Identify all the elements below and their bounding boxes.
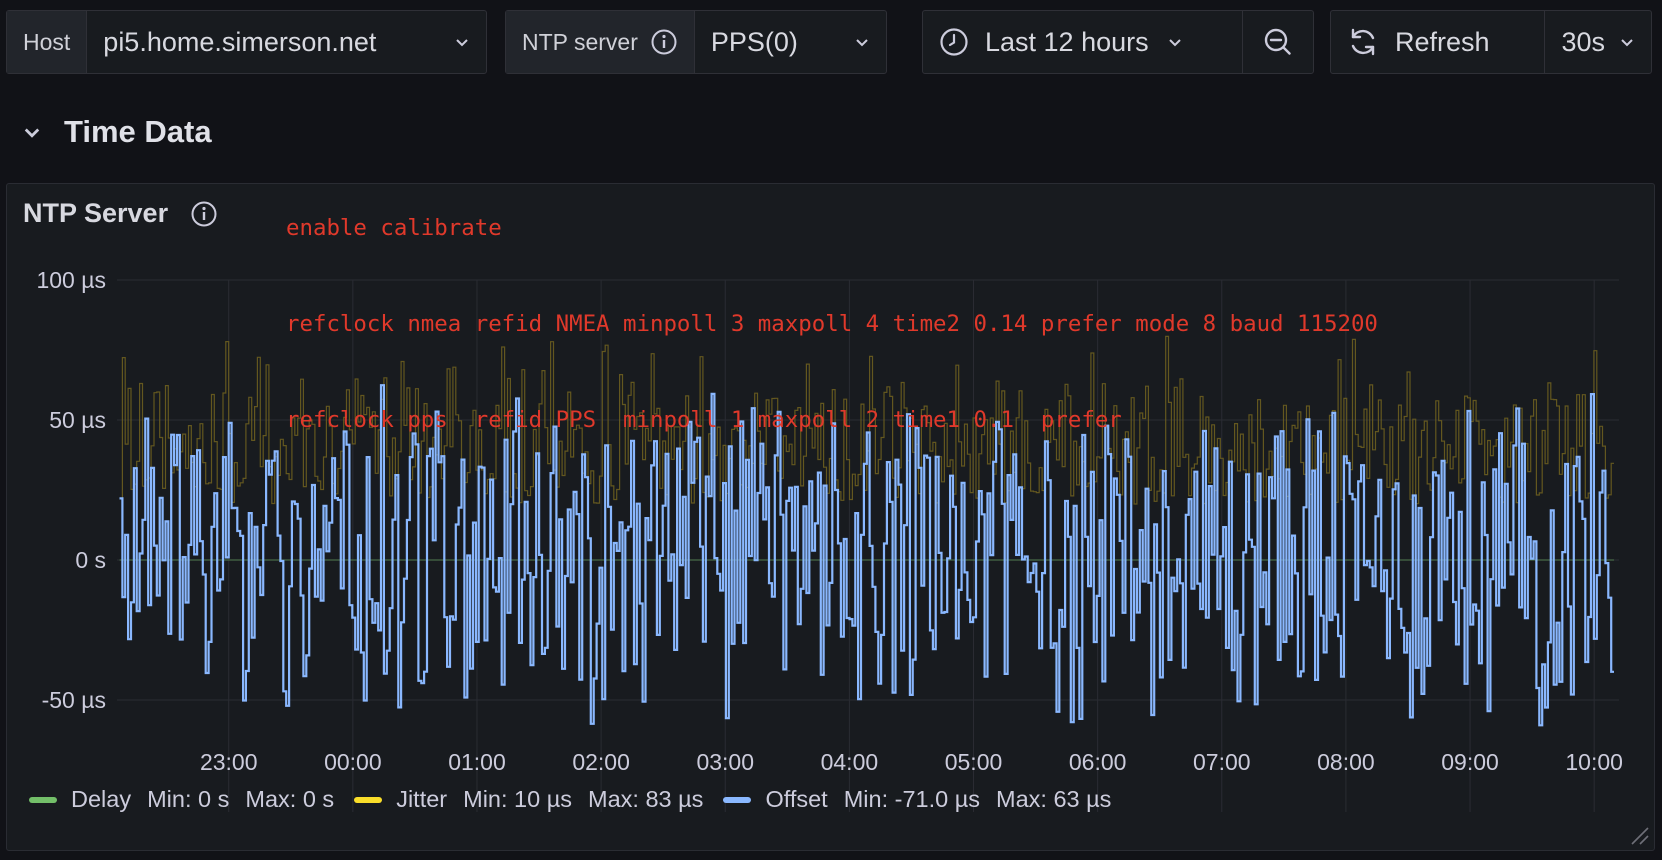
chevron-down-icon [1168,39,1181,47]
ntp-value: PPS(0) [710,26,798,57]
chevron-down-icon [856,39,868,47]
legend-swatch [29,796,57,803]
panel-header[interactable]: NTP Server [23,198,218,229]
legend-swatch [723,796,752,803]
x-tick-label: 10:00 [1565,749,1623,775]
ntp-select[interactable]: PPS(0) [695,11,886,73]
legend-name: Delay [71,786,132,812]
row-title: Time Data [64,114,212,149]
refresh-button[interactable]: Refresh [1331,11,1546,73]
legend-item-delay[interactable]: Delay Min: 0 s Max: 0 s [29,786,334,813]
time-range-button[interactable]: Last 12 hours [923,11,1243,73]
y-tick-label: -50 µs [42,687,106,713]
annotation-text: enable calibrate refclock nmea refid NME… [286,148,1378,468]
x-tick-label: 05:00 [945,749,1003,775]
refresh-picker: Refresh 30s [1330,10,1652,74]
refresh-icon [1351,28,1375,56]
y-tick-label: 100 µs [36,267,106,293]
info-icon[interactable] [650,28,678,56]
annotation-line: refclock pps refid PPS minpoll 1 maxpoll… [286,407,1122,433]
info-icon[interactable] [190,200,218,228]
ntp-label: NTP server [522,28,638,55]
x-tick-label: 00:00 [324,749,382,775]
x-tick-label: 23:00 [200,749,258,775]
host-variable: Host pi5.home.simerson.net [6,10,487,74]
chart-legend: Delay Min: 0 s Max: 0 s Jitter Min: 10 µ… [29,786,1131,813]
legend-max: Max: 0 s [245,786,335,812]
zoom-out-icon [1264,28,1291,55]
legend-item-jitter[interactable]: Jitter Min: 10 µs Max: 83 µs [354,786,703,813]
legend-min: Min: -71.0 µs [843,786,981,812]
legend-swatch [354,796,383,803]
time-range-picker: Last 12 hours [922,10,1314,74]
row-toggle[interactable]: Time Data [22,114,212,150]
x-tick-label: 04:00 [821,749,879,775]
y-tick-label: 0 s [75,547,106,573]
legend-min: Min: 10 µs [463,786,573,812]
refresh-label: Refresh [1395,26,1490,57]
x-tick-label: 01:00 [448,749,506,775]
refresh-interval-select[interactable]: 30s [1545,11,1651,73]
x-tick-label: 08:00 [1317,749,1375,775]
resize-handle-icon[interactable] [1628,824,1650,846]
legend-min: Min: 0 s [147,786,230,812]
legend-max: Max: 63 µs [996,786,1112,812]
y-tick-label: 50 µs [49,407,106,433]
clock-icon [940,28,968,56]
zoom-out-button[interactable] [1243,11,1313,73]
legend-name: Offset [765,786,828,812]
x-tick-label: 07:00 [1193,749,1251,775]
chevron-down-icon [1621,39,1633,47]
legend-name: Jitter [396,786,448,812]
host-label: Host [7,11,88,73]
legend-item-offset[interactable]: Offset Min: -71.0 µs Max: 63 µs [723,786,1111,813]
host-select[interactable]: pi5.home.simerson.net [87,11,486,73]
x-tick-label: 09:00 [1441,749,1499,775]
x-tick-label: 03:00 [696,749,754,775]
panel-title: NTP Server [23,198,169,228]
annotation-line: refclock nmea refid NMEA minpoll 3 maxpo… [286,311,1378,337]
legend-max: Max: 83 µs [588,786,704,812]
chevron-down-icon [24,128,40,138]
ntp-label-group: NTP server [506,11,695,73]
ntp-variable: NTP server PPS(0) [505,10,887,74]
annotation-line: enable calibrate [286,215,502,241]
x-tick-label: 02:00 [572,749,630,775]
host-value: pi5.home.simerson.net [103,26,377,57]
refresh-interval-value: 30s [1561,26,1605,57]
time-range-label: Last 12 hours [985,26,1149,57]
x-tick-label: 06:00 [1069,749,1127,775]
chevron-down-icon [456,39,468,47]
